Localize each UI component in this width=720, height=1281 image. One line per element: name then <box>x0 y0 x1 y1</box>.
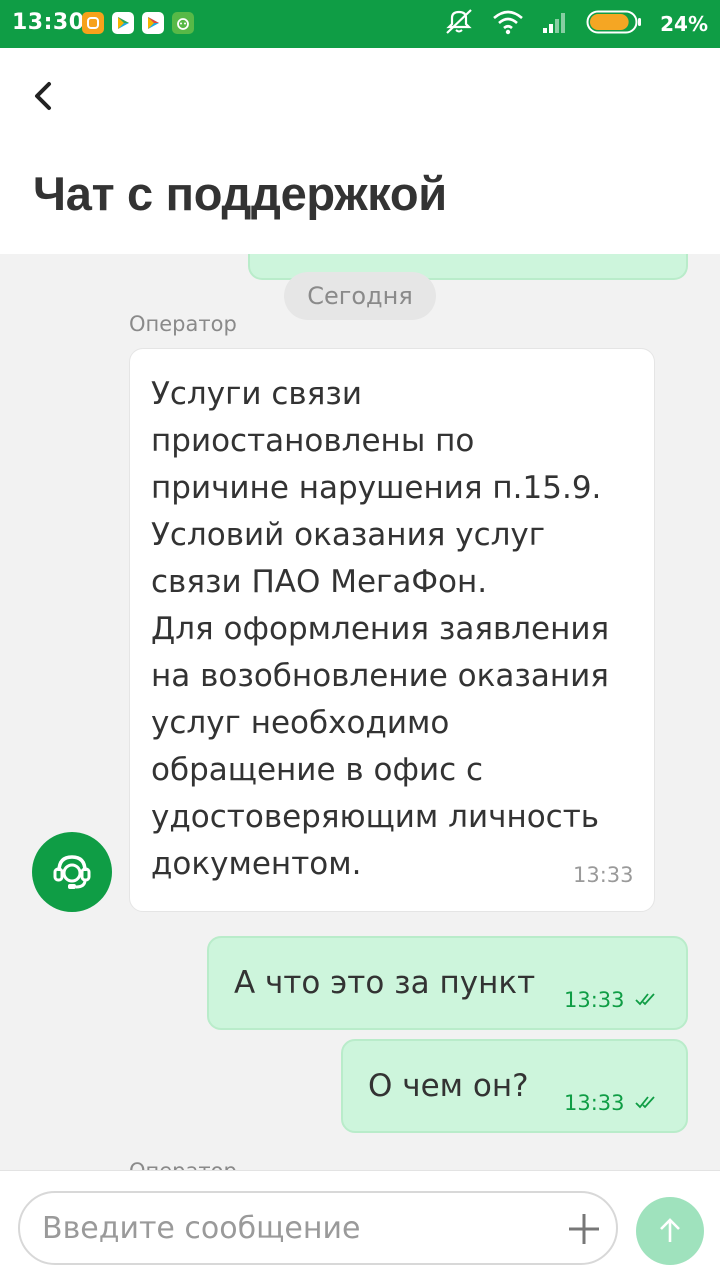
back-button[interactable] <box>22 74 66 118</box>
double-check-icon <box>635 993 655 1006</box>
play-store-icon <box>112 12 134 34</box>
operator-message-text: Услуги связи приостановлены по причине н… <box>151 376 610 882</box>
arrow-up-icon <box>660 1218 680 1242</box>
outgoing-message-bubble: А что это за пункт 13:33 <box>207 936 688 1030</box>
chevron-left-icon <box>35 82 51 110</box>
outgoing-message-bubble: О чем он? 13:33 <box>341 1039 688 1133</box>
double-check-icon <box>635 1096 655 1109</box>
send-button[interactable] <box>636 1197 704 1265</box>
signal-icon <box>542 10 568 38</box>
mute-icon <box>444 8 474 40</box>
header: Чат с поддержкой <box>0 48 720 254</box>
message-input[interactable] <box>18 1191 618 1265</box>
orange-app-icon <box>82 12 104 34</box>
message-time: 13:33 <box>564 988 625 1012</box>
play-store-icon <box>142 12 164 34</box>
battery-icon <box>586 9 642 39</box>
outgoing-message-text: О чем он? <box>368 1068 529 1104</box>
status-bar: 13:30 24% <box>0 0 720 48</box>
support-agent-icon <box>53 855 91 889</box>
android-icon <box>172 12 194 34</box>
attach-button[interactable] <box>566 1211 602 1247</box>
outgoing-message-text: А что это за пункт <box>234 965 536 1001</box>
battery-percent: 24% <box>660 12 708 36</box>
plus-icon <box>569 1214 599 1244</box>
message-time: 13:33 <box>573 863 634 887</box>
operator-avatar <box>32 832 112 912</box>
wifi-icon <box>492 9 524 39</box>
system-status: 24% <box>444 8 708 40</box>
chat-area[interactable]: Сегодня Оператор Услуги связи приостанов… <box>0 254 720 1170</box>
message-time: 13:33 <box>564 1091 625 1115</box>
sender-label: Оператор <box>129 312 237 336</box>
message-input-bar <box>0 1170 720 1281</box>
notification-icons <box>82 12 194 34</box>
page-title: Чат с поддержкой <box>33 167 447 220</box>
date-divider: Сегодня <box>284 272 436 320</box>
sender-label: Оператор <box>129 1159 237 1170</box>
status-time: 13:30 <box>12 10 85 35</box>
operator-message-bubble: Услуги связи приостановлены по причине н… <box>129 348 655 912</box>
